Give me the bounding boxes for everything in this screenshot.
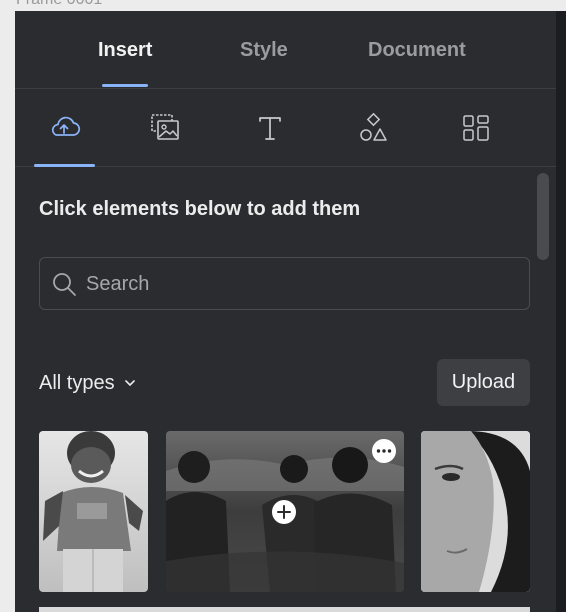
plus-icon xyxy=(277,505,291,519)
next-thumbnail-row xyxy=(39,607,530,612)
panel-edge xyxy=(556,11,566,612)
search-input[interactable] xyxy=(86,268,516,300)
tab-document[interactable]: Document xyxy=(368,39,466,62)
element-type-toolbar xyxy=(15,89,556,167)
search-icon xyxy=(53,273,76,296)
image-thumbnail[interactable] xyxy=(39,431,148,592)
text-icon xyxy=(259,117,281,140)
shapes-tool-button[interactable] xyxy=(351,106,395,150)
panel-tabs: Insert Style Document xyxy=(15,11,556,89)
layout-tool-button[interactable] xyxy=(454,106,498,150)
text-tool-button[interactable] xyxy=(248,106,292,150)
more-options-button[interactable] xyxy=(372,439,396,463)
gallery-icon xyxy=(151,114,179,140)
shapes-icon xyxy=(360,112,387,141)
image-thumbnail[interactable] xyxy=(421,431,530,592)
scrollbar-thumb[interactable] xyxy=(537,173,549,260)
active-tool-indicator xyxy=(34,164,95,167)
chevron-down-icon xyxy=(124,380,135,386)
upload-button[interactable]: Upload xyxy=(437,359,530,406)
type-filter-label: All types xyxy=(39,371,115,394)
layout-grid-icon xyxy=(463,115,489,141)
child-smiling-photo xyxy=(39,431,148,592)
add-to-canvas-button[interactable] xyxy=(272,500,296,524)
woman-portrait-photo xyxy=(421,431,530,592)
active-tab-indicator xyxy=(102,84,148,87)
insert-panel: Insert Style Document Click elements bel… xyxy=(15,11,566,612)
frame-label: Frame 0001 xyxy=(16,0,102,9)
search-box xyxy=(39,257,530,310)
cloud-upload-icon xyxy=(51,116,81,136)
type-filter-dropdown[interactable]: All types xyxy=(39,369,137,397)
gallery-tool-button[interactable] xyxy=(143,106,187,150)
upload-tool-button[interactable] xyxy=(42,106,86,150)
tab-style[interactable]: Style xyxy=(240,39,288,62)
tab-insert[interactable]: Insert xyxy=(98,39,152,62)
hint-text: Click elements below to add them xyxy=(39,198,361,220)
more-horizontal-icon xyxy=(376,449,392,453)
image-thumbnail-selected[interactable] xyxy=(166,431,404,592)
